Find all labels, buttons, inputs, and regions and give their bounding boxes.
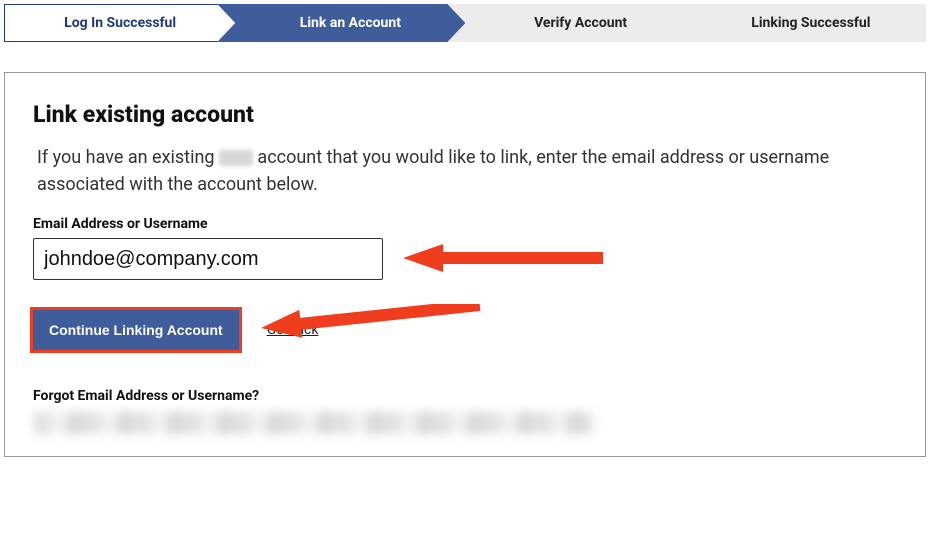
forgot-label: Forgot Email Address or Username?: [33, 388, 897, 404]
redacted-word: [219, 150, 253, 166]
email-field[interactable]: [33, 238, 383, 280]
step-link-account[interactable]: Link an Account: [217, 4, 465, 42]
continue-linking-button[interactable]: Continue Linking Account: [33, 310, 239, 350]
button-row: Continue Linking Account Go Back: [33, 310, 897, 350]
go-back-link[interactable]: Go Back: [267, 322, 319, 338]
email-input-row: [33, 238, 897, 280]
step-label: Link an Account: [300, 15, 401, 31]
wizard-stepper: Log In Successful Link an Account Verify…: [4, 4, 926, 42]
main-panel: Link existing account If you have an exi…: [4, 72, 926, 457]
intro-text: If you have an existing account that you…: [33, 144, 897, 198]
step-login-successful[interactable]: Log In Successful: [4, 4, 235, 42]
step-label: Linking Successful: [751, 15, 870, 31]
email-field-label: Email Address or Username: [33, 216, 897, 232]
intro-prefix: If you have an existing: [37, 147, 219, 168]
page-title: Link existing account: [33, 101, 897, 128]
step-verify-account[interactable]: Verify Account: [448, 4, 696, 42]
step-linking-successful[interactable]: Linking Successful: [678, 4, 926, 42]
step-label: Verify Account: [534, 15, 627, 31]
redacted-help-text: [33, 412, 593, 434]
step-label: Log In Successful: [64, 15, 176, 31]
annotation-arrow-icon: [403, 234, 613, 288]
